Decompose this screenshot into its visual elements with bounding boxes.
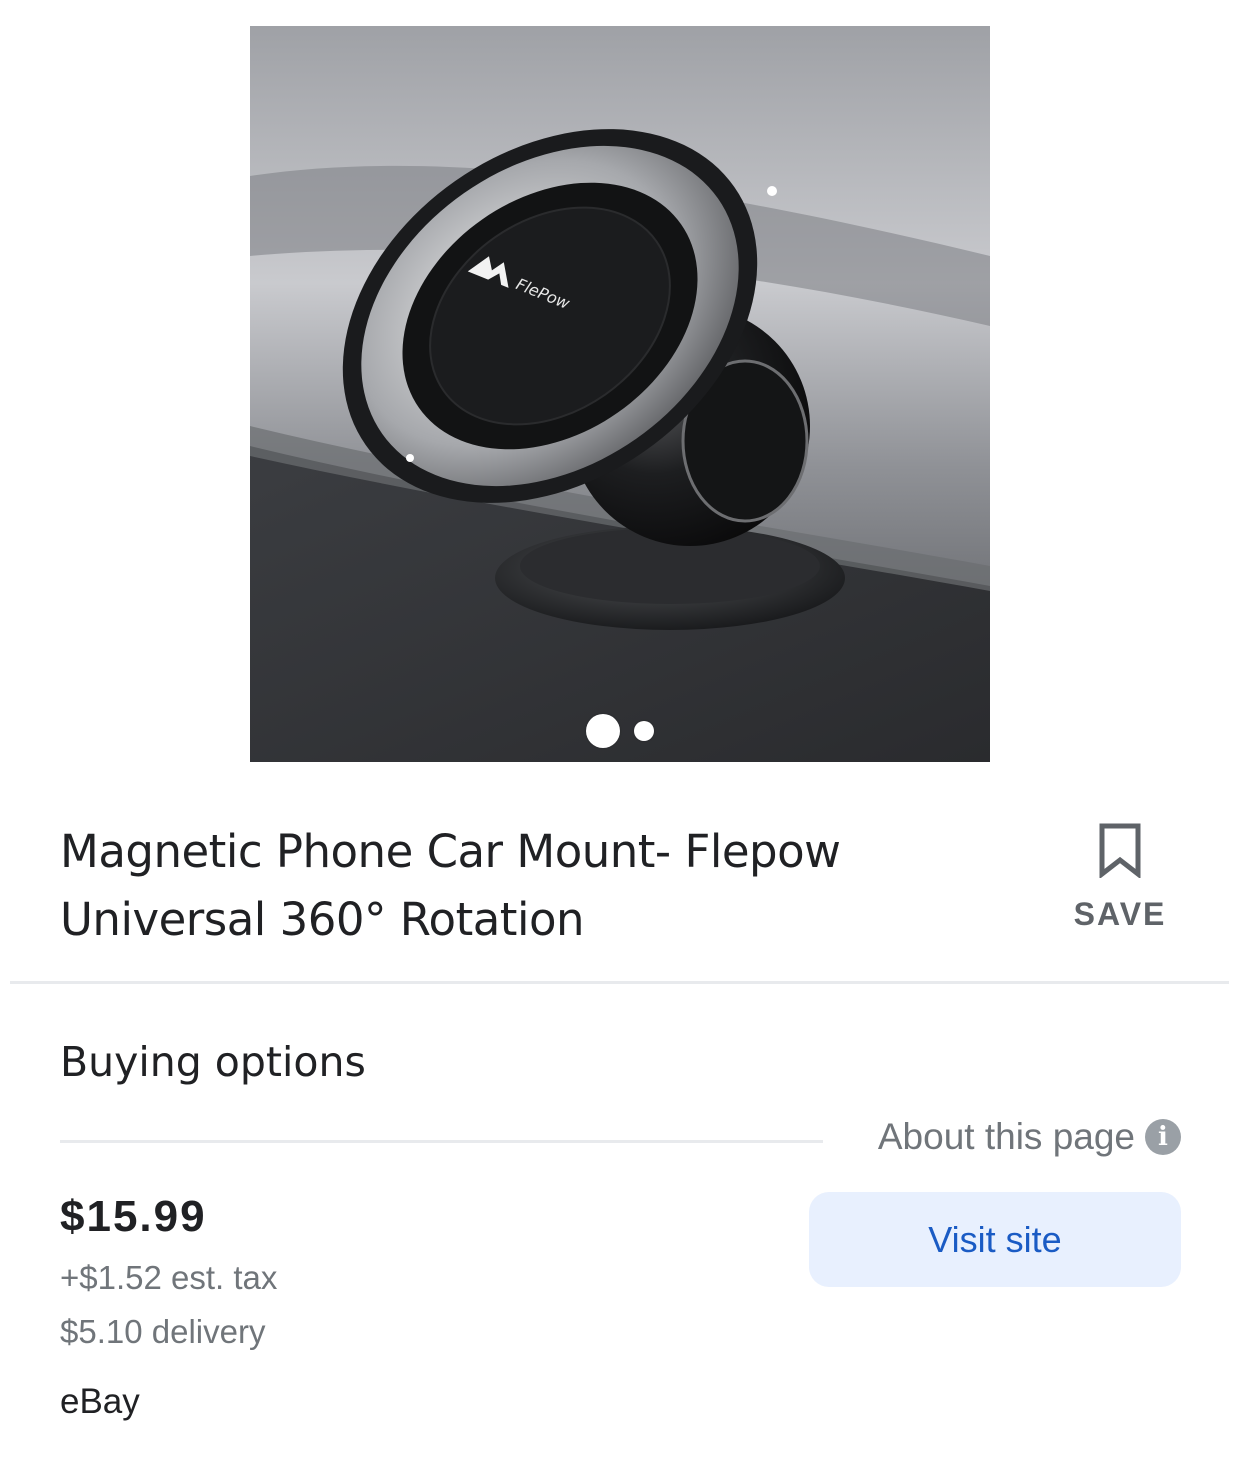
offer-divider [60,1140,823,1143]
about-this-page-label: About this page [877,1116,1135,1157]
visit-site-button[interactable]: Visit site [809,1192,1181,1287]
offer-tax: +$1.52 est. tax [60,1259,278,1296]
info-icon: i [1145,1119,1181,1155]
carousel-indicator [250,714,990,748]
offer-price: $15.99 [60,1192,207,1241]
offer-delivery: $5.10 delivery [60,1313,266,1350]
section-divider [10,981,1229,984]
carousel-dot-active[interactable] [586,714,620,748]
merchant-name: eBay [60,1382,140,1421]
carousel-dot[interactable] [634,721,654,741]
save-label: SAVE [1073,896,1167,932]
product-image-carousel[interactable]: FlePow [250,26,990,762]
about-this-page-link[interactable]: About this page i [878,1116,1181,1158]
buying-options-heading: Buying options [60,1038,366,1086]
product-title: Magnetic Phone Car Mount- Flepow Univers… [60,825,841,946]
save-button[interactable]: SAVE [1060,818,1180,938]
bookmark-icon [1099,823,1141,878]
phone-car-mount-photo: FlePow [250,26,990,762]
